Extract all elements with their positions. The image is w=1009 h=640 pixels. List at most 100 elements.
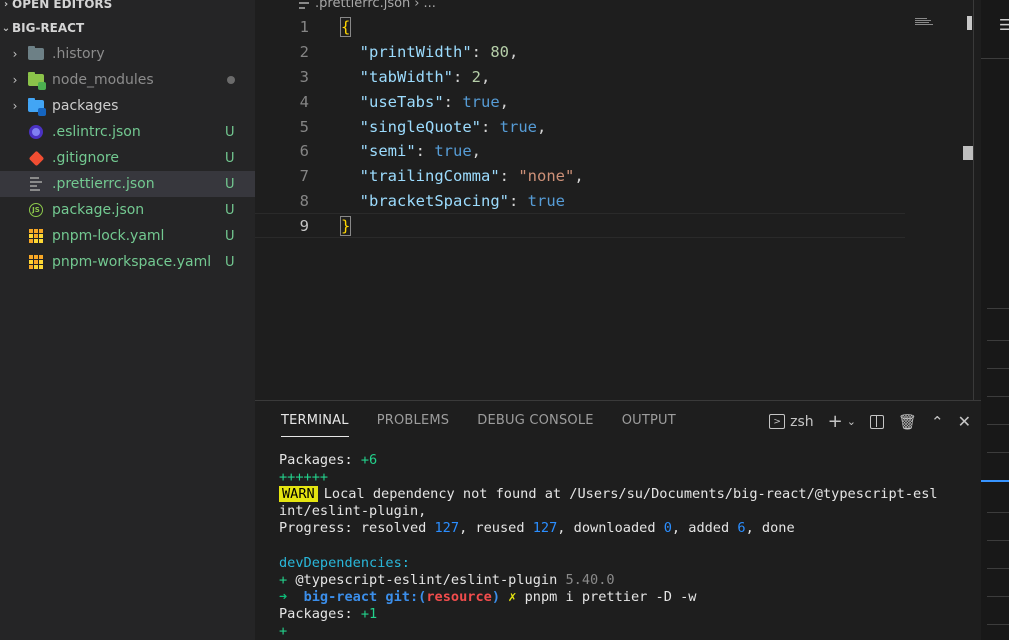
- code-editor[interactable]: .prettierrc.json › ... 1 { 2 "printWidth…: [255, 0, 981, 400]
- pnpm-icon: [28, 228, 44, 244]
- terminal-line: + @typescript-eslint/eslint-plugin 5.40.…: [279, 571, 615, 588]
- code-lines[interactable]: 1 { 2 "printWidth": 80, 3 "tabWidth": 2,…: [255, 15, 905, 239]
- prettier-icon: [299, 0, 309, 9]
- code-token: {: [339, 17, 352, 38]
- code-line: 3 "tabWidth": 2,: [255, 65, 905, 90]
- breadcrumb-more[interactable]: ...: [423, 0, 435, 11]
- tree-item-node-modules[interactable]: › node_modules: [0, 67, 255, 93]
- code-line: 1 {: [255, 15, 905, 40]
- line-number: 8: [299, 191, 309, 210]
- line-number: 7: [299, 167, 309, 186]
- tree-item-label: pnpm-workspace.yaml: [52, 254, 212, 270]
- project-header[interactable]: ⌄ BIG-REACT: [0, 18, 255, 38]
- line-number: 6: [299, 142, 309, 161]
- tree-item-package-json[interactable]: JS package.json U: [0, 197, 255, 223]
- shell-selector[interactable]: > zsh: [769, 414, 814, 430]
- trash-icon[interactable]: 🗑: [898, 413, 917, 431]
- json-key: "tabWidth": [359, 67, 453, 86]
- minimap[interactable]: [915, 18, 933, 26]
- terminal-line: WARN Local dependency not found at /Users…: [279, 485, 969, 502]
- bottom-panel: TERMINAL PROBLEMS DEBUG CONSOLE OUTPUT >…: [255, 400, 981, 640]
- open-editors-label: OPEN EDITORS: [12, 0, 113, 11]
- line-number: 3: [299, 67, 309, 86]
- chevron-right-icon: ›: [12, 73, 18, 87]
- terminal-line: int/eslint-plugin,: [279, 503, 427, 520]
- terminal-line: Packages: +1: [279, 606, 378, 623]
- panel-toolbar: > zsh + ⌄ 🗑 ⌃ ✕: [769, 411, 971, 432]
- tree-item-pnpm-workspace[interactable]: pnpm-workspace.yaml U: [0, 249, 255, 275]
- chevron-right-icon: ›: [3, 0, 9, 10]
- split-terminal-icon[interactable]: [869, 414, 884, 429]
- git-status-badge: U: [225, 202, 235, 218]
- tree-item-eslintrc[interactable]: .eslintrc.json U: [0, 119, 255, 145]
- chevron-up-icon[interactable]: ⌃: [931, 413, 944, 431]
- terminal-line: devDependencies:: [279, 554, 410, 571]
- terminal-output[interactable]: Packages: +6 ++++++ WARN Local dependency…: [279, 451, 969, 640]
- json-value: 80: [490, 43, 509, 62]
- close-icon[interactable]: ✕: [958, 412, 971, 431]
- active-indicator: [981, 480, 1009, 482]
- tree-item-label: .history: [52, 46, 105, 62]
- terminal-line: Progress: resolved 127, reused 127, down…: [279, 520, 795, 537]
- code-line-current: 9 }: [255, 213, 905, 239]
- menu-icon[interactable]: ☰: [999, 16, 1009, 34]
- code-line: 2 "printWidth": 80,: [255, 40, 905, 65]
- line-number: 2: [299, 43, 309, 62]
- prettier-icon: [28, 176, 44, 192]
- tree-item-pnpm-lock[interactable]: pnpm-lock.yaml U: [0, 223, 255, 249]
- open-editors-header[interactable]: › OPEN EDITORS: [0, 0, 255, 14]
- terminal-prompt-line: ➜ big-react git:(resource) ✗ pnpm i pret…: [279, 589, 697, 606]
- nodejs-icon: JS: [28, 202, 44, 218]
- tree-item-label: package.json: [52, 202, 145, 218]
- tree-item-packages[interactable]: › packages: [0, 93, 255, 119]
- plus-icon: +: [827, 411, 843, 432]
- code-line: 7 "trailingComma": "none",: [255, 164, 905, 189]
- json-key: "singleQuote": [359, 117, 481, 136]
- tree-item-label: .prettierrc.json: [52, 176, 155, 192]
- tab-output[interactable]: OUTPUT: [622, 413, 676, 437]
- chevron-down-icon: ⌄: [846, 415, 856, 428]
- line-number: 9: [299, 216, 309, 235]
- pnpm-icon: [28, 254, 44, 270]
- tree-item-prettierrc[interactable]: .prettierrc.json U: [0, 171, 255, 197]
- file-tree: › .history › node_modules › packages .es…: [0, 41, 255, 275]
- tab-debug-console[interactable]: DEBUG CONSOLE: [477, 413, 593, 437]
- tree-item-gitignore[interactable]: .gitignore U: [0, 145, 255, 171]
- new-terminal-button[interactable]: + ⌄: [828, 411, 856, 432]
- json-key: "printWidth": [359, 43, 472, 62]
- secondary-sidebar-edge: ☰: [981, 0, 1009, 640]
- line-number: 1: [299, 18, 309, 37]
- json-value: true: [462, 92, 500, 111]
- json-key: "useTabs": [359, 92, 444, 111]
- json-value: true: [527, 191, 565, 210]
- node-folder-icon: [28, 72, 46, 90]
- breadcrumb-file[interactable]: .prettierrc.json: [315, 0, 410, 11]
- json-key: "semi": [359, 142, 416, 161]
- git-icon: [28, 150, 44, 166]
- tree-item-history[interactable]: › .history: [0, 41, 255, 67]
- panel-tabs: TERMINAL PROBLEMS DEBUG CONSOLE OUTPUT: [281, 413, 704, 437]
- overview-ruler-marker: [963, 146, 973, 160]
- ignored-dot-icon: [227, 76, 235, 84]
- code-line: 4 "useTabs": true,: [255, 89, 905, 114]
- folder-icon: [28, 46, 44, 62]
- chevron-right-icon: ›: [12, 47, 18, 61]
- tab-terminal[interactable]: TERMINAL: [281, 413, 349, 437]
- project-label: BIG-REACT: [12, 21, 85, 35]
- json-value: true: [499, 117, 537, 136]
- json-key: "bracketSpacing": [359, 191, 509, 210]
- json-value: "none": [518, 167, 575, 186]
- git-status-badge: U: [225, 150, 235, 166]
- tab-problems[interactable]: PROBLEMS: [377, 413, 450, 437]
- terminal-icon: >: [769, 414, 786, 429]
- git-status-badge: U: [225, 254, 235, 270]
- code-token: }: [339, 215, 352, 236]
- scrollbar-thumb[interactable]: [967, 16, 972, 30]
- chevron-right-icon: ›: [12, 99, 18, 113]
- tree-item-label: .gitignore: [52, 150, 119, 166]
- eslint-icon: [28, 124, 44, 140]
- git-status-badge: U: [225, 228, 235, 244]
- breadcrumb: .prettierrc.json › ...: [299, 0, 436, 11]
- code-line: 5 "singleQuote": true,: [255, 114, 905, 139]
- packages-folder-icon: [28, 98, 46, 116]
